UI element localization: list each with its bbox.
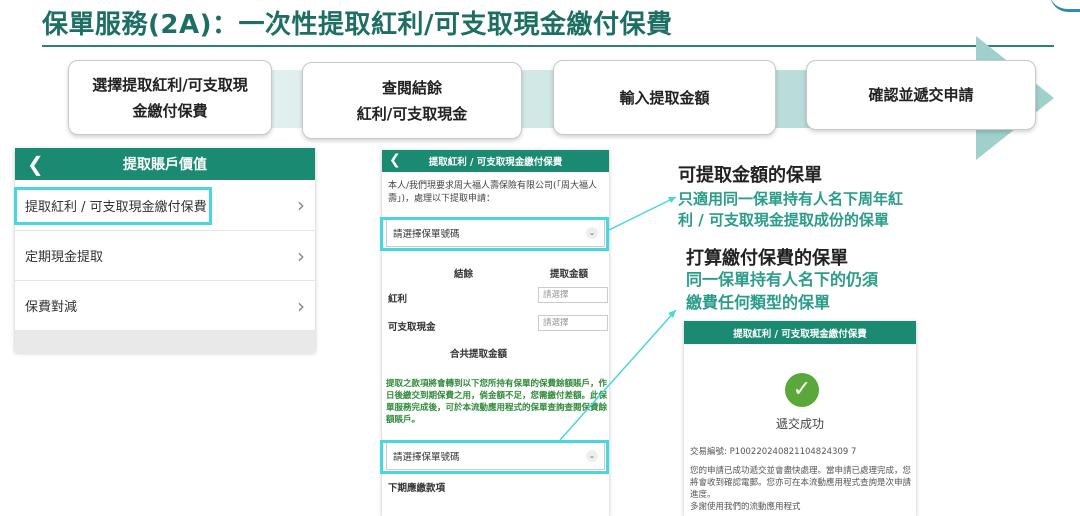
annotation-withdrawable-policy-title: 可提取金額的保單 [678, 165, 822, 186]
panel3-header: 提取紅利 / 可支取現金繳付保費 [684, 321, 916, 344]
transaction-number: 交易編號: P100220240821104824309 7 [690, 447, 857, 457]
connector-lines [559, 196, 677, 441]
success-title: 遞交成功 [775, 417, 824, 431]
connector-line-2 [559, 309, 677, 441]
connector-line-1 [608, 196, 677, 231]
submission-success-panel: 提取紅利 / 可支取現金繳付保費 ✓ 遞交成功 交易編號: P100220240… [684, 321, 916, 516]
success-check-icon: ✓ [785, 373, 819, 407]
annotation-premium-policy-title: 打算繳付保費的保單 [686, 248, 848, 269]
success-message: 您的申請已成功遞交並會盡快處理。當申請已處理完成，您將會收到確認電郵。您亦可在本… [690, 465, 912, 513]
annotation-withdrawable-policy-line1: 只適用同一保單持有人名下周年紅 [678, 190, 904, 208]
success-message-tail: 多謝使用我們的流動應用程式 [690, 502, 801, 512]
annotation-withdrawable-policy-line2: 利 / 可支取現金提取成份的保單 [678, 211, 889, 229]
annotation-premium-policy-line2: 繳費任何類型的保單 [686, 293, 831, 312]
success-message-body: 您的申請已成功遞交並會盡快處理。當申請已處理完成，您將會收到確認電郵。您亦可在本… [690, 466, 912, 500]
annotation-premium-policy-line1: 同一保單持有人名下的仍須 [686, 270, 879, 289]
